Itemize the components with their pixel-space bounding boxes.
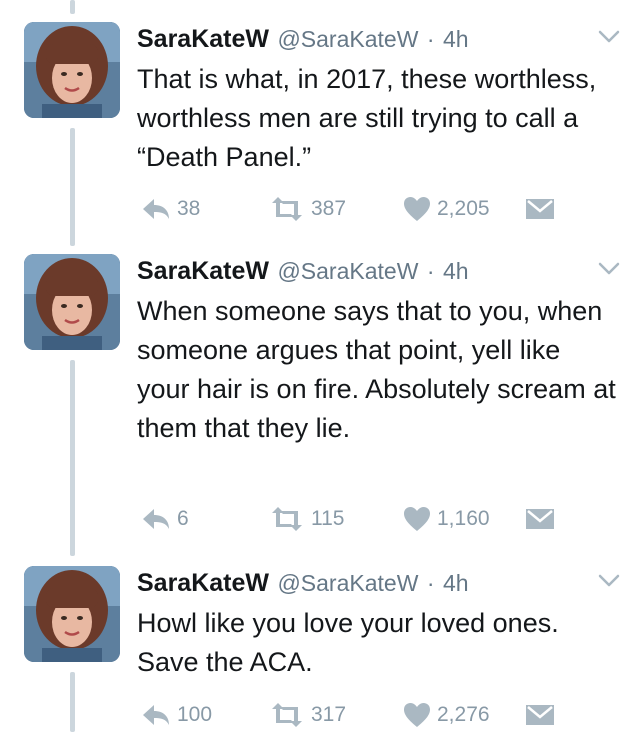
- retweet-icon: [272, 507, 302, 531]
- user-handle[interactable]: @SaraKateW: [277, 258, 418, 284]
- heart-icon: [404, 507, 430, 531]
- avatar[interactable]: [24, 254, 120, 350]
- reply-button[interactable]: 38: [141, 194, 200, 224]
- tweet-thread: SaraKateW @SaraKateW · 4h That is what, …: [0, 0, 640, 732]
- retweet-button[interactable]: 115: [269, 504, 344, 534]
- timestamp[interactable]: 4h: [443, 26, 469, 52]
- like-count: 2,205: [437, 197, 490, 220]
- tweet-text: Howl like you love your loved ones. Save…: [137, 608, 559, 677]
- reply-icon: [143, 509, 169, 529]
- like-count: 1,160: [437, 507, 490, 530]
- retweet-count: 387: [311, 197, 347, 220]
- reply-count: 6: [177, 507, 189, 530]
- tweet-text: When someone says that to you, when some…: [137, 296, 616, 443]
- reply-icon: [143, 199, 169, 219]
- timestamp[interactable]: 4h: [443, 258, 469, 284]
- envelope-icon: [526, 509, 554, 529]
- tweet-actions: 38 387 2,205: [137, 194, 577, 224]
- reply-icon: [143, 705, 169, 725]
- reply-button[interactable]: 100: [141, 700, 212, 730]
- heart-icon: [404, 197, 430, 221]
- display-name[interactable]: SaraKateW: [137, 257, 269, 285]
- separator: ·: [426, 258, 435, 284]
- display-name[interactable]: SaraKateW: [137, 25, 269, 53]
- like-button[interactable]: 2,276: [403, 700, 490, 730]
- direct-message-button[interactable]: [525, 700, 561, 730]
- avatar[interactable]: [24, 22, 120, 118]
- tweet-actions: 6 115 1,160: [137, 504, 577, 534]
- retweet-button[interactable]: 387: [269, 194, 346, 224]
- timestamp[interactable]: 4h: [443, 570, 469, 596]
- like-count: 2,276: [437, 703, 490, 726]
- like-button[interactable]: 1,160: [403, 504, 490, 534]
- reply-count: 100: [177, 703, 213, 726]
- separator: ·: [426, 26, 435, 52]
- display-name[interactable]: SaraKateW: [137, 569, 269, 597]
- chevron-down-icon[interactable]: [598, 574, 620, 588]
- user-handle[interactable]: @SaraKateW: [277, 570, 418, 596]
- like-button[interactable]: 2,205: [403, 194, 490, 224]
- heart-icon: [404, 703, 430, 727]
- chevron-down-icon[interactable]: [598, 30, 620, 44]
- reply-button[interactable]: 6: [141, 504, 189, 534]
- tweet-actions: 100 317 2,276: [137, 700, 577, 730]
- user-handle[interactable]: @SaraKateW: [277, 26, 418, 52]
- envelope-icon: [526, 705, 554, 725]
- direct-message-button[interactable]: [525, 194, 561, 224]
- separator: ·: [426, 570, 435, 596]
- avatar[interactable]: [24, 566, 120, 662]
- reply-count: 38: [177, 197, 201, 220]
- thread-line: [70, 0, 75, 14]
- retweet-icon: [272, 197, 302, 221]
- tweet[interactable]: SaraKateW @SaraKateW · 4h When someone s…: [0, 254, 640, 554]
- envelope-icon: [526, 199, 554, 219]
- retweet-count: 317: [311, 703, 347, 726]
- tweet[interactable]: SaraKateW @SaraKateW · 4h Howl like you …: [0, 566, 640, 732]
- retweet-icon: [272, 703, 302, 727]
- retweet-count: 115: [311, 507, 345, 530]
- direct-message-button[interactable]: [525, 504, 561, 534]
- chevron-down-icon[interactable]: [598, 262, 620, 276]
- tweet-header: SaraKateW @SaraKateW · 4h: [137, 22, 469, 56]
- tweet[interactable]: SaraKateW @SaraKateW · 4h That is what, …: [0, 22, 640, 232]
- retweet-button[interactable]: 317: [269, 700, 346, 730]
- tweet-header: SaraKateW @SaraKateW · 4h: [137, 566, 469, 600]
- tweet-header: SaraKateW @SaraKateW · 4h: [137, 254, 469, 288]
- tweet-text: That is what, in 2017, these worthless, …: [137, 64, 597, 172]
